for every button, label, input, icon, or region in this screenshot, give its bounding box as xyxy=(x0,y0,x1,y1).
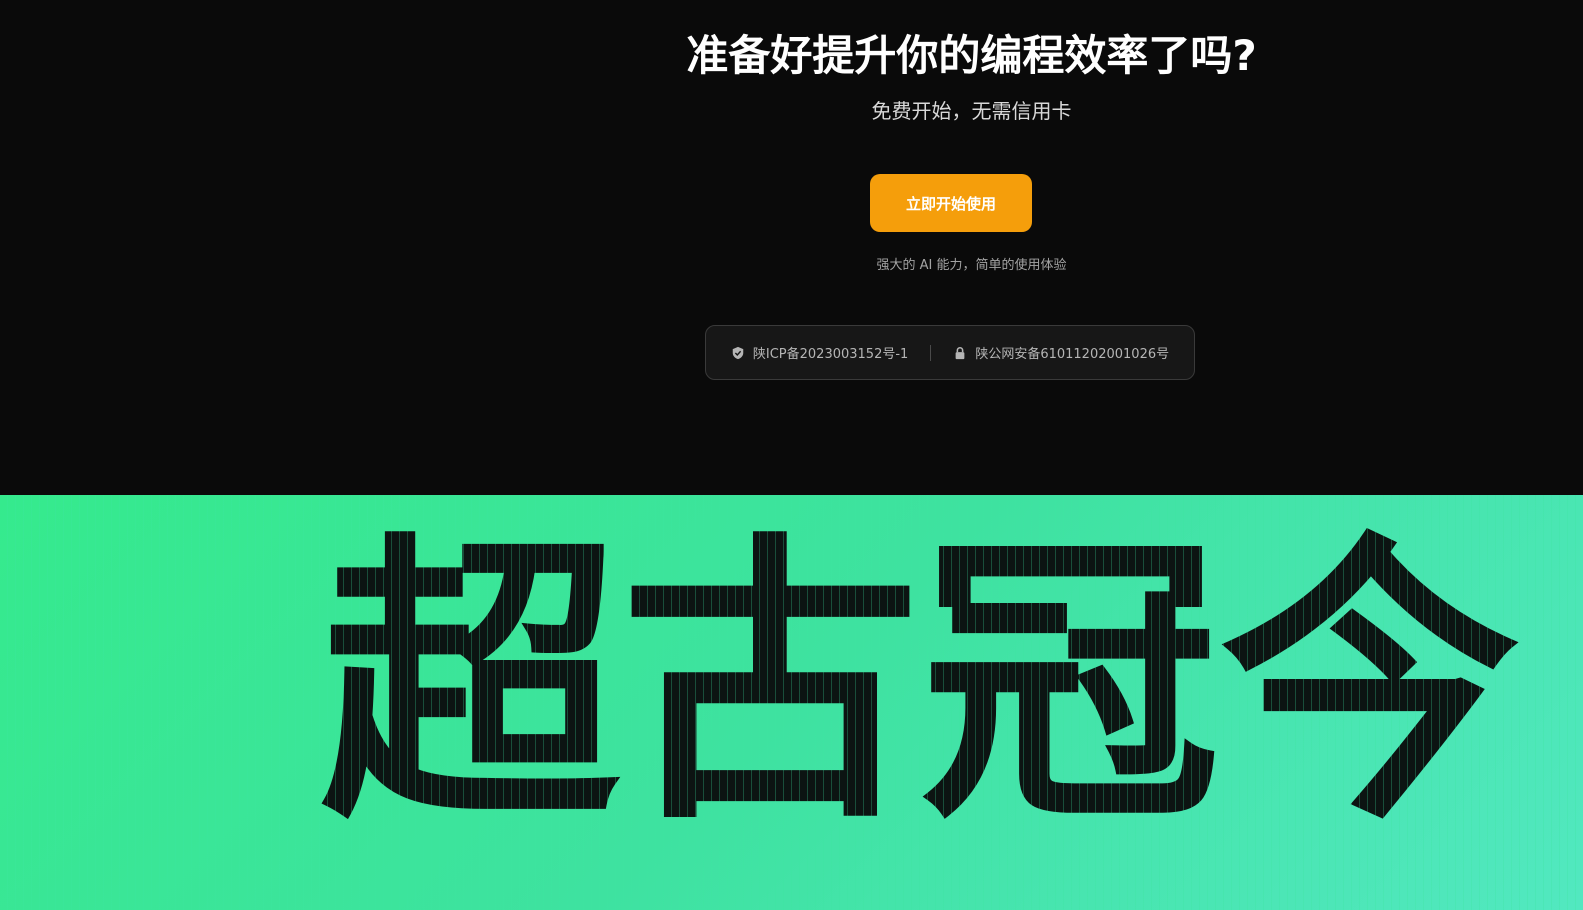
start-now-button[interactable]: 立即开始使用 xyxy=(870,174,1032,232)
icp-filing-link[interactable]: 陕ICP备2023003152号-1 xyxy=(731,343,908,362)
cta-tagline: 强大的 AI 能力，简单的使用体验 xyxy=(876,258,1067,273)
filing-info-bar: 陕ICP备2023003152号-1 陕公网安备61011202001026号 xyxy=(705,325,1195,380)
cta-title: 准备好提升你的编程效率了吗? xyxy=(686,31,1257,80)
brand-banner: 超古冠今 xyxy=(0,495,1583,910)
cta-section: 准备好提升你的编程效率了吗? 免费开始，无需信用卡 立即开始使用 强大的 AI … xyxy=(0,0,1583,495)
police-filing-link[interactable]: 陕公网安备61011202001026号 xyxy=(953,343,1169,362)
brand-wordmark: 超古冠今 xyxy=(320,510,1520,859)
cta-subtitle: 免费开始，无需信用卡 xyxy=(871,99,1072,123)
shield-check-icon xyxy=(732,346,744,359)
lock-icon xyxy=(955,346,965,359)
police-filing-text: 陕公网安备61011202001026号 xyxy=(975,347,1170,362)
filing-divider xyxy=(930,344,932,361)
icp-filing-text: 陕ICP备2023003152号-1 xyxy=(752,347,909,362)
